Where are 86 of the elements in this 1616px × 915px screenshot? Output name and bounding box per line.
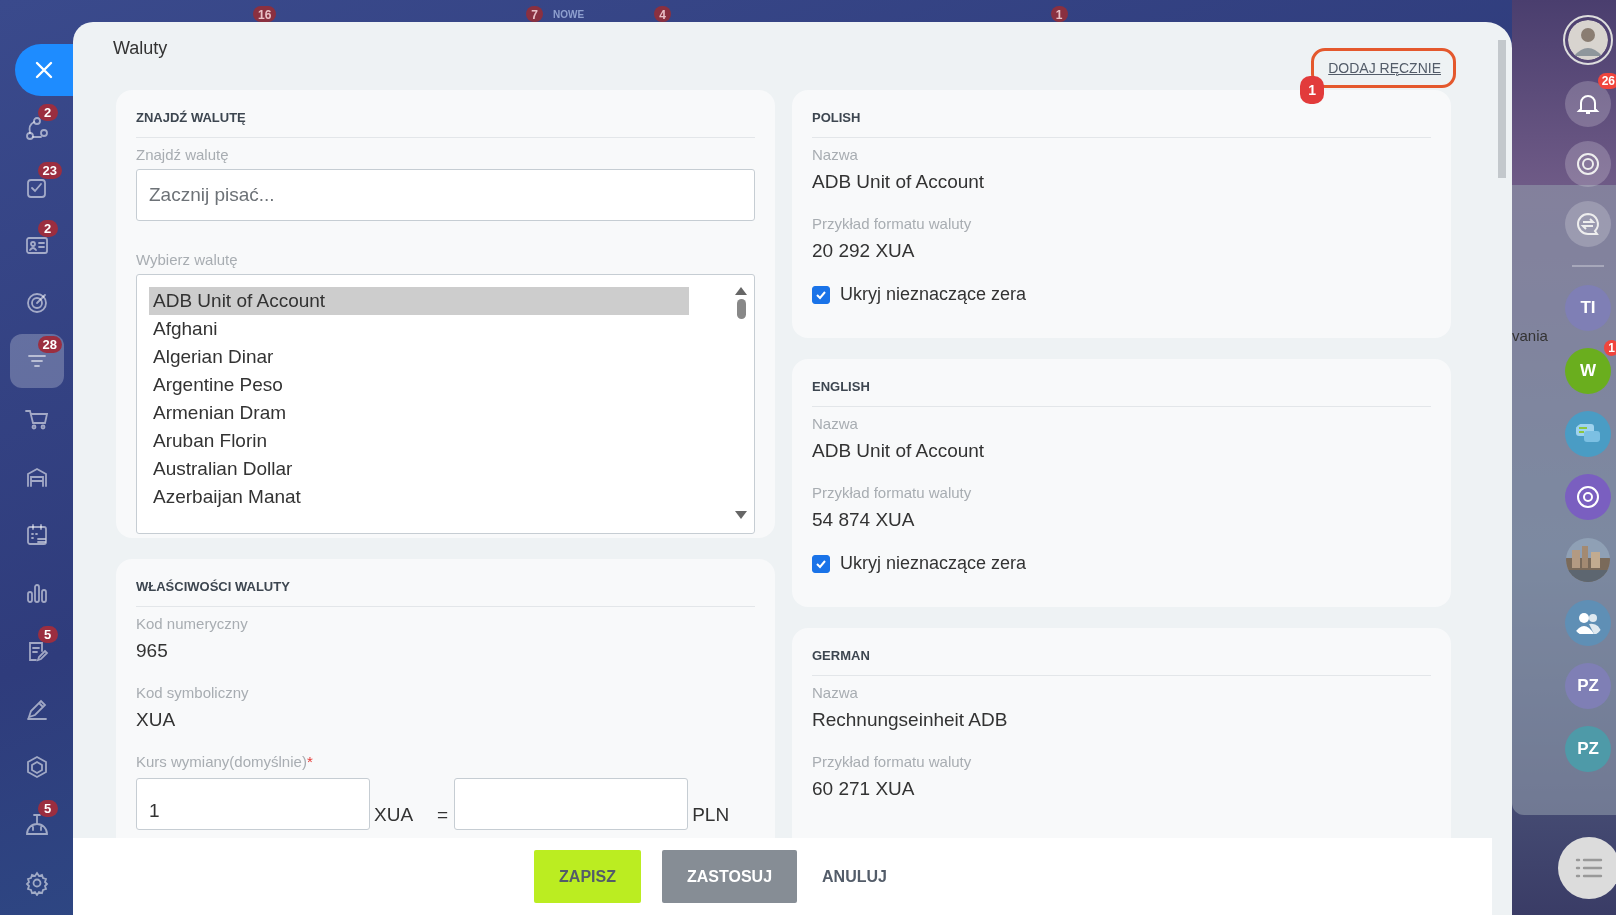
nav-item[interactable]: 2	[9, 218, 64, 272]
dialog-title: Waluty	[113, 38, 168, 59]
field-label: Kurs wymiany(domyślnie)*	[136, 753, 314, 770]
field-label: Przykład formatu waluty	[812, 484, 973, 501]
menu-button[interactable]	[1558, 837, 1616, 899]
field-label: Kod symboliczny	[136, 684, 250, 701]
currency-option[interactable]: Afghani	[149, 315, 689, 343]
close-button[interactable]	[15, 44, 73, 96]
user-avatar[interactable]	[1563, 15, 1613, 65]
unit-label: XUA	[373, 804, 415, 827]
count-badge: 5	[37, 800, 58, 817]
scroll-down-icon[interactable]	[735, 511, 747, 519]
count-badge: 2	[37, 220, 58, 237]
flow-icon	[23, 116, 50, 142]
cancel-button[interactable]: ANULUJ	[818, 850, 891, 903]
add-manually-link[interactable]: DODAJ RĘCZNIE	[1328, 60, 1441, 76]
background-text: vania	[1512, 327, 1548, 344]
field-label: Przykład formatu waluty	[812, 753, 973, 770]
field-label: Znajdź walutę	[136, 146, 230, 163]
count-badge: 1	[1050, 6, 1068, 22]
section-heading: POLISH	[812, 106, 1431, 138]
nav-item[interactable]: 23	[9, 160, 64, 214]
chat-button[interactable]	[1565, 201, 1611, 247]
section-heading: WŁAŚCIWOŚCI WALUTY	[136, 575, 755, 607]
count-badge: 26	[1597, 73, 1616, 89]
rate-input[interactable]	[454, 778, 689, 830]
field-label: Kod numeryczny	[136, 615, 249, 632]
count-badge: 4	[654, 6, 671, 22]
count-badge: 23	[37, 162, 62, 179]
column-label: NOWE	[553, 9, 585, 20]
scrollbar-thumb[interactable]	[736, 299, 746, 319]
field-value: 965	[136, 640, 169, 662]
checkbox-label: Ukryj nieznaczące zera	[840, 284, 1027, 305]
search-field[interactable]: Zacznij pisać...	[136, 169, 755, 221]
rate-input[interactable]: 1	[136, 778, 370, 830]
field-label: Przykład formatu waluty	[812, 215, 973, 232]
nav-item[interactable]: 5	[9, 624, 64, 678]
count-badge: 7	[526, 6, 544, 22]
checkbox-label: Ukryj nieznaczące zera	[840, 553, 1027, 574]
field-value: ADB Unit of Account	[812, 440, 986, 462]
nav-item[interactable]: 2	[9, 102, 64, 156]
currency-option[interactable]: Aruban Florin	[149, 427, 689, 455]
close-icon	[35, 61, 53, 79]
scrollbar-thumb[interactable]	[1498, 40, 1506, 178]
settings-icon	[23, 870, 50, 896]
count-badge: 1	[1604, 340, 1616, 356]
step-badge: 1	[1300, 76, 1324, 104]
save-button[interactable]: ZAPISZ	[534, 850, 641, 903]
nav-item[interactable]: 5	[9, 798, 64, 852]
currency-option[interactable]: Australian Dollar	[149, 455, 689, 483]
count-badge: 5	[37, 626, 58, 643]
field-label: Wybierz walutę	[136, 251, 239, 268]
unit-label: PLN	[691, 804, 731, 827]
checkbox[interactable]	[812, 285, 830, 304]
field-value: 20 292 XUA	[812, 240, 916, 262]
currency-listbox[interactable]: ADB Unit of Account Afghani Algerian Dinar Argentine Peso Armenian Dram Aruban Florin Australian Dollar Azerbaijan Manat	[136, 274, 755, 534]
currency-option[interactable]: Argentine Peso	[149, 371, 689, 399]
currency-option[interactable]: Algerian Dinar	[149, 343, 689, 371]
field-value: Rechnungseinheit ADB	[812, 709, 1009, 731]
field-value: XUA	[136, 709, 177, 731]
contact-avatar[interactable]: PZ	[1565, 663, 1611, 709]
field-label: Nazwa	[812, 415, 859, 432]
currency-option[interactable]: Azerbaijan Manat	[149, 483, 689, 511]
nav-item[interactable]: 28	[9, 334, 64, 388]
field-value: ADB Unit of Account	[812, 171, 986, 193]
field-value: 54 874 XUA	[812, 509, 916, 531]
list-icon	[1575, 857, 1603, 879]
copilot-button[interactable]	[1565, 141, 1611, 187]
count-badge: 28	[37, 336, 62, 353]
section-heading: GERMAN	[812, 644, 1431, 676]
swirl-icon	[1575, 151, 1601, 177]
contact-avatar[interactable]: TI	[1565, 285, 1611, 331]
count-badge: 16	[253, 6, 277, 22]
chat-arrows-icon	[1575, 211, 1601, 237]
count-badge: 2	[37, 104, 58, 121]
checkbox[interactable]	[812, 554, 830, 573]
currency-option[interactable]: Armenian Dram	[149, 399, 689, 427]
section-heading: ENGLISH	[812, 375, 1431, 407]
field-label: Nazwa	[812, 146, 859, 163]
equals-sign: =	[436, 804, 450, 827]
scroll-up-icon[interactable]	[735, 287, 747, 295]
section-heading: ZNAJDŹ WALUTĘ	[136, 106, 755, 138]
required-mark: *	[306, 753, 313, 770]
currency-option[interactable]: ADB Unit of Account	[149, 287, 689, 315]
field-value: 60 271 XUA	[812, 778, 916, 800]
field-label: Nazwa	[812, 684, 859, 701]
